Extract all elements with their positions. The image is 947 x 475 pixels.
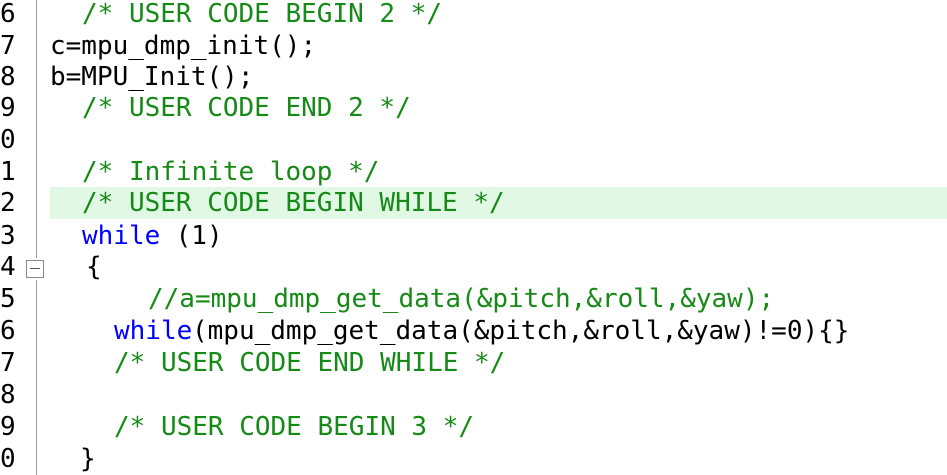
line-number: 4 [0, 252, 16, 282]
code-line: 0 [0, 124, 947, 156]
code-line: 0 } [0, 443, 947, 475]
line-number: 7 [0, 31, 16, 61]
line-number: 8 [0, 62, 16, 92]
code-line: 4 { [0, 251, 947, 283]
code-editor[interactable]: 6 /* USER CODE BEGIN 2 */ 7 c=mpu_dmp_in… [0, 0, 947, 475]
line-number: 0 [0, 444, 16, 474]
code-line: 1 /* Infinite loop */ [0, 156, 947, 188]
code-line: 9 /* USER CODE BEGIN 3 */ [0, 411, 947, 443]
code-line: 5 //a=mpu_dmp_get_data(&pitch,&roll,&yaw… [0, 283, 947, 315]
line-number: 5 [0, 284, 16, 314]
line-number: 2 [0, 188, 16, 218]
code-text: /* USER CODE END 2 */ [82, 93, 411, 123]
keyword-while: while [82, 221, 161, 251]
code-line-current: 2 /* USER CODE BEGIN WHILE */ [0, 187, 947, 219]
keyword-while: while [114, 316, 193, 346]
code-text: /* USER CODE BEGIN WHILE */ [82, 188, 505, 218]
code-line: 3 while (1) [0, 220, 947, 252]
line-number: 9 [0, 93, 16, 123]
code-text: /* USER CODE END WHILE */ [114, 348, 506, 378]
code-text: (mpu_dmp_get_data(&pitch,&roll,&yaw)!=0)… [192, 316, 850, 346]
code-line: 6 while (mpu_dmp_get_data(&pitch,&roll,&… [0, 315, 947, 347]
code-line: 6 /* USER CODE BEGIN 2 */ [0, 0, 947, 30]
code-line: 9 /* USER CODE END 2 */ [0, 92, 947, 124]
code-text: b=MPU_Init(); [50, 62, 254, 92]
code-line: 7 c=mpu_dmp_init(); [0, 30, 947, 62]
line-number: 7 [0, 348, 16, 378]
code-text: } [80, 444, 96, 474]
line-number: 6 [0, 316, 16, 346]
line-number: 1 [0, 157, 16, 187]
code-line: 8 [0, 379, 947, 411]
code-text: /* USER CODE BEGIN 3 */ [114, 412, 475, 442]
code-text: c=mpu_dmp_init(); [50, 31, 317, 61]
code-text: { [86, 252, 102, 282]
code-line: 8 b=MPU_Init(); [0, 61, 947, 93]
code-text: (1) [160, 221, 223, 251]
code-line: 7 /* USER CODE END WHILE */ [0, 347, 947, 379]
code-text: //a=mpu_dmp_get_data(&pitch,&roll,&yaw); [148, 284, 775, 314]
line-number: 3 [0, 221, 16, 251]
line-number: 6 [0, 0, 16, 29]
code-text: /* Infinite loop */ [82, 157, 380, 187]
line-number: 8 [0, 380, 16, 410]
line-number: 9 [0, 412, 16, 442]
line-number: 0 [0, 125, 16, 155]
code-text: /* USER CODE BEGIN 2 */ [82, 0, 443, 29]
